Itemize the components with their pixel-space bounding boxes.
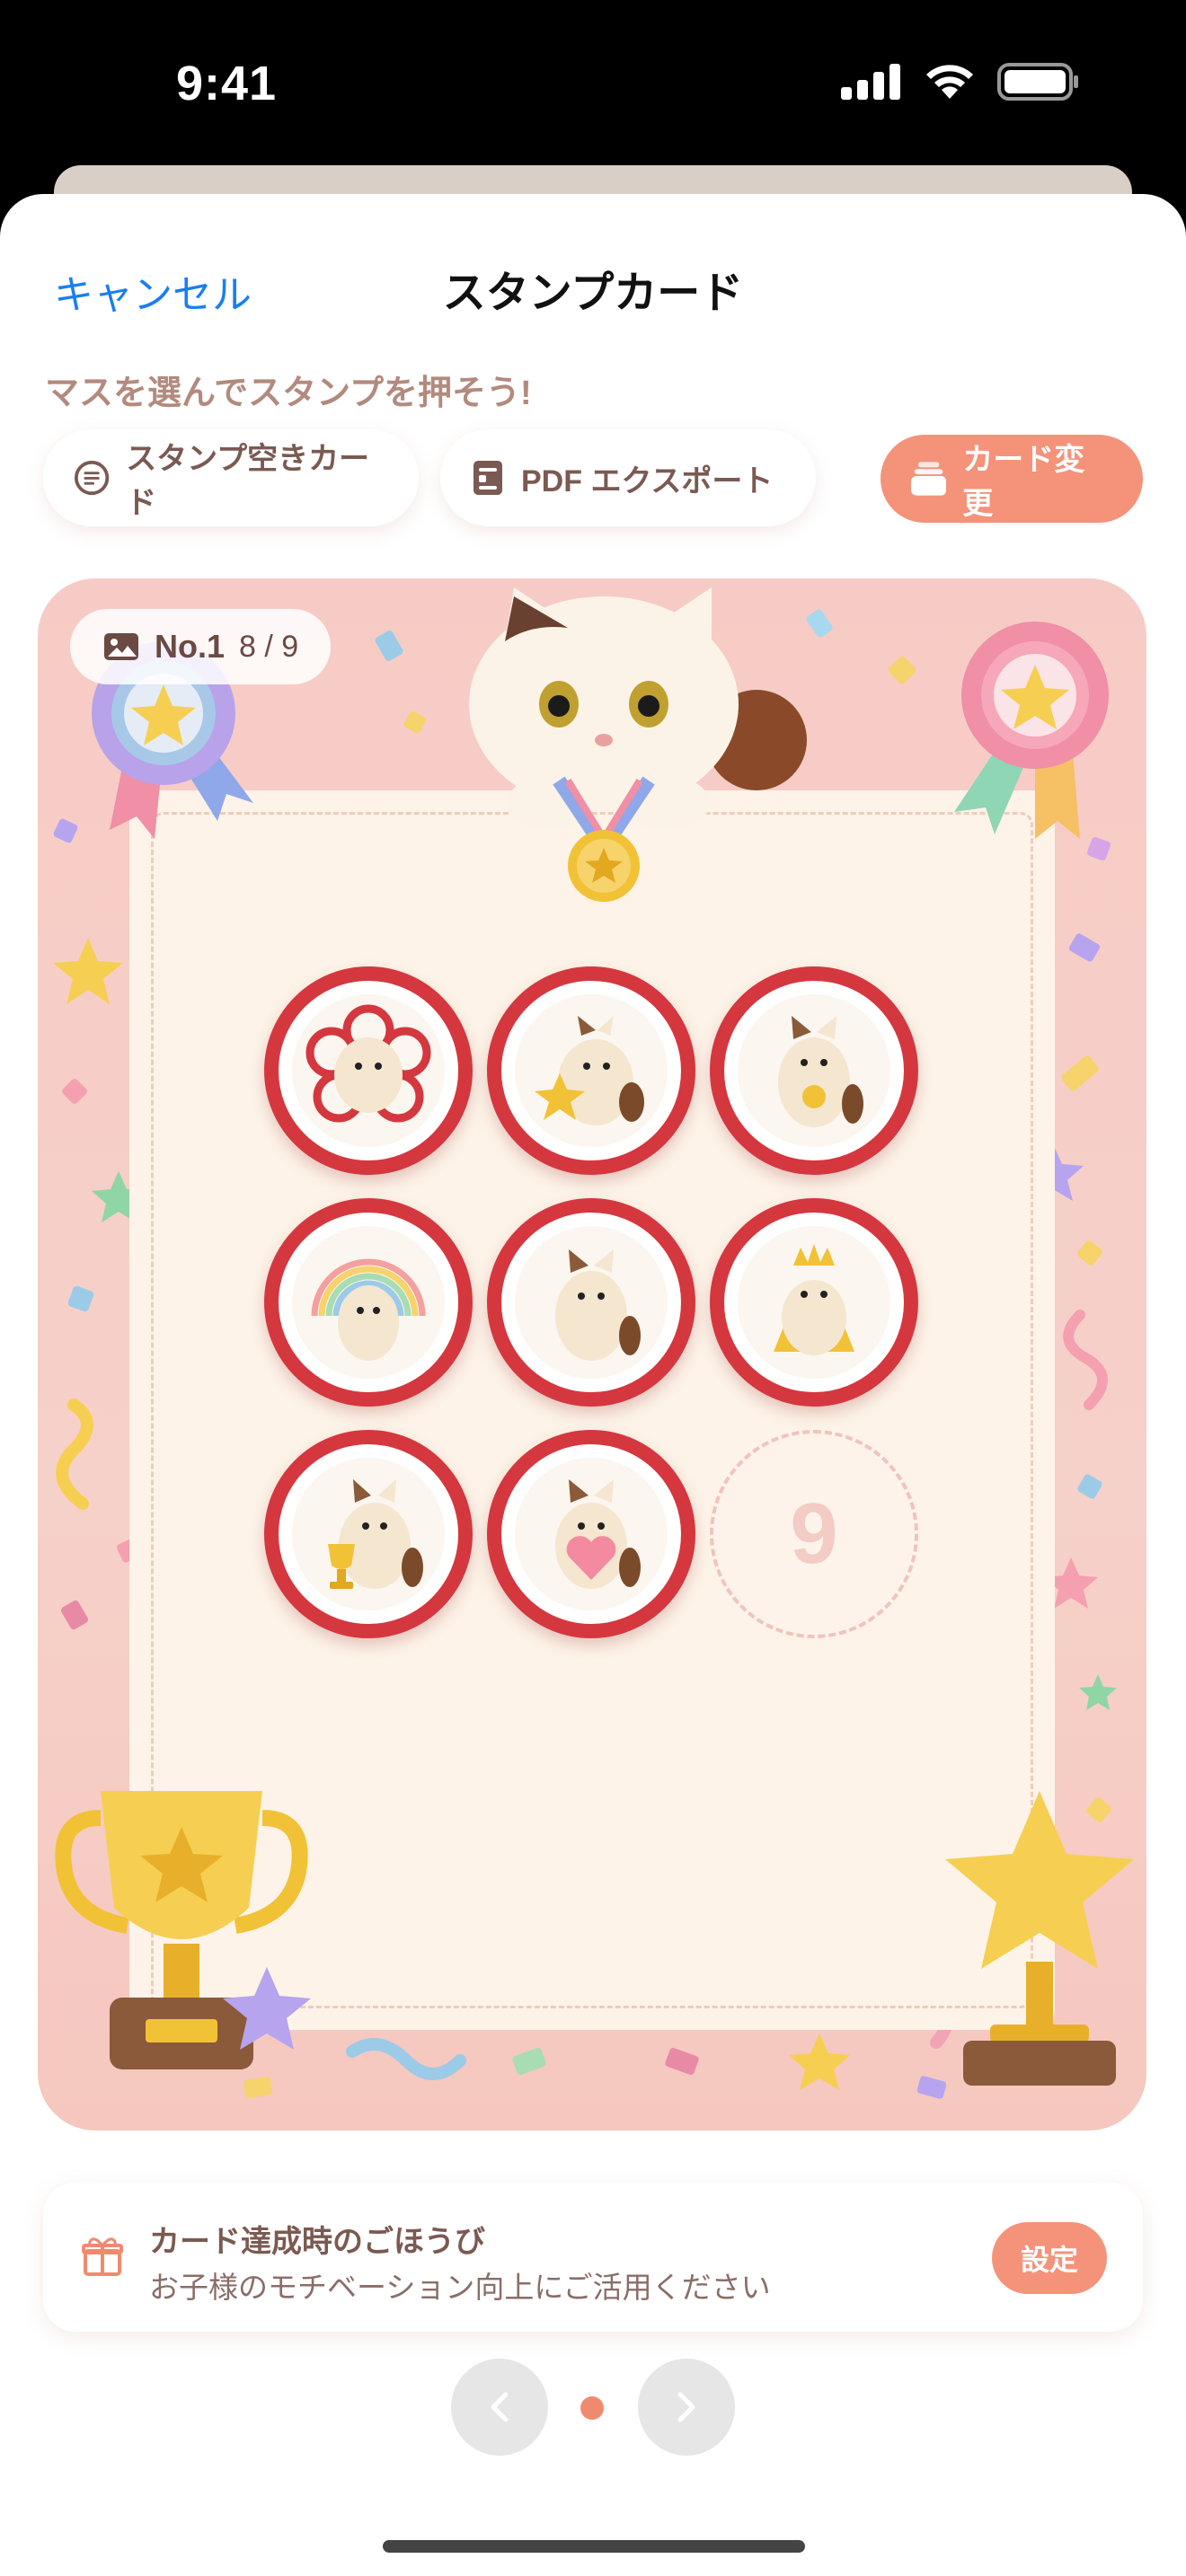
card-number: No.1 <box>155 628 226 665</box>
cellular-signal-icon <box>841 64 900 100</box>
change-card-button[interactable]: カード変更 <box>881 435 1143 523</box>
blank-card-button[interactable]: スタンプ空きカード <box>43 429 419 526</box>
status-icons <box>841 63 1080 101</box>
star-trophy-icon <box>945 1791 1134 2086</box>
list-circle-icon <box>74 460 110 496</box>
medal-cat-icon <box>778 1016 863 1127</box>
cards-stack-icon <box>911 462 947 496</box>
stamp-heart-cat <box>515 1458 668 1610</box>
status-time: 9:41 <box>176 57 278 110</box>
chevron-left-icon <box>491 2392 509 2422</box>
stamp-flower-cat <box>292 994 445 1147</box>
stamp-card-sheet: スタンプカード キャンセル マスを選んでスタンプを押そう! スタンプ空きカード … <box>0 194 1186 2576</box>
photo-icon <box>104 633 138 660</box>
stamp-wave-cat <box>515 1226 668 1379</box>
instruction-text: マスを選んでスタンプを押そう! <box>45 375 532 412</box>
stamp-trophy-cat <box>292 1458 445 1610</box>
cancel-button[interactable]: キャンセル <box>54 262 252 320</box>
card-progress: 8 / 9 <box>239 629 299 664</box>
nav-bar: スタンプカード キャンセル <box>0 230 1186 338</box>
stamp-slot-8[interactable] <box>487 1430 695 1638</box>
star-cat-icon <box>535 1016 644 1125</box>
page-indicator-dot <box>580 2396 604 2420</box>
stamp-star-cat <box>515 994 668 1147</box>
stamp-slot-7[interactable] <box>264 1430 473 1638</box>
battery-icon <box>997 63 1078 101</box>
document-icon <box>474 461 502 495</box>
stamp-slot-3[interactable] <box>710 966 918 1175</box>
gift-icon <box>82 2237 123 2276</box>
status-bar: 9:41 <box>0 0 1186 180</box>
stamp-medal-cat <box>738 994 890 1147</box>
reward-title: カード達成時のごほうび <box>149 2225 485 2259</box>
stamp-slot-6[interactable] <box>710 1198 918 1407</box>
empty-slot-number: 9 <box>790 1486 838 1582</box>
stamp-slot-5[interactable] <box>487 1198 695 1407</box>
stamp-card: No.1 8 / 9 9 <box>38 578 1146 2130</box>
stamp-slot-2[interactable] <box>487 966 695 1175</box>
purple-star-icon <box>223 1967 311 2050</box>
rainbow-cat-icon <box>311 1258 426 1361</box>
next-card-button[interactable] <box>638 2359 735 2456</box>
reward-subtitle: お子様のモチベーション向上にご活用ください <box>149 2271 771 2304</box>
card-number-badge: No.1 8 / 9 <box>70 609 332 684</box>
previous-card-button[interactable] <box>451 2359 548 2456</box>
stamp-slot-9[interactable]: 9 <box>710 1430 918 1638</box>
change-card-label: カード変更 <box>962 443 1085 521</box>
chevron-right-icon <box>677 2392 695 2422</box>
card-pager <box>0 2359 1186 2457</box>
reward-panel: カード達成時のごほうび お子様のモチベーション向上にご活用ください 設定 <box>43 2183 1143 2332</box>
blank-card-label: スタンプ空きカード <box>126 442 370 520</box>
pdf-export-label: PDF エクスポート <box>521 463 774 498</box>
heart-cat-icon <box>555 1479 641 1589</box>
stamp-slot-1[interactable] <box>264 966 473 1175</box>
home-indicator[interactable] <box>383 2540 805 2553</box>
pdf-export-button[interactable]: PDF エクスポート <box>440 429 816 526</box>
rosette-right-icon <box>954 622 1109 839</box>
trophy-cat-icon <box>328 1479 423 1589</box>
stamp-king-cat <box>738 1226 890 1379</box>
cat-mascot-icon <box>469 587 807 902</box>
flower-cat-icon <box>305 1004 431 1123</box>
king-cat-icon <box>774 1244 854 1355</box>
reward-settings-button[interactable]: 設定 <box>992 2222 1107 2294</box>
stamp-grid: 9 <box>264 966 929 1638</box>
wifi-icon <box>926 65 973 99</box>
waving-cat-icon <box>555 1249 641 1361</box>
stamp-rainbow-cat <box>292 1226 445 1379</box>
stamp-slot-4[interactable] <box>264 1198 473 1407</box>
